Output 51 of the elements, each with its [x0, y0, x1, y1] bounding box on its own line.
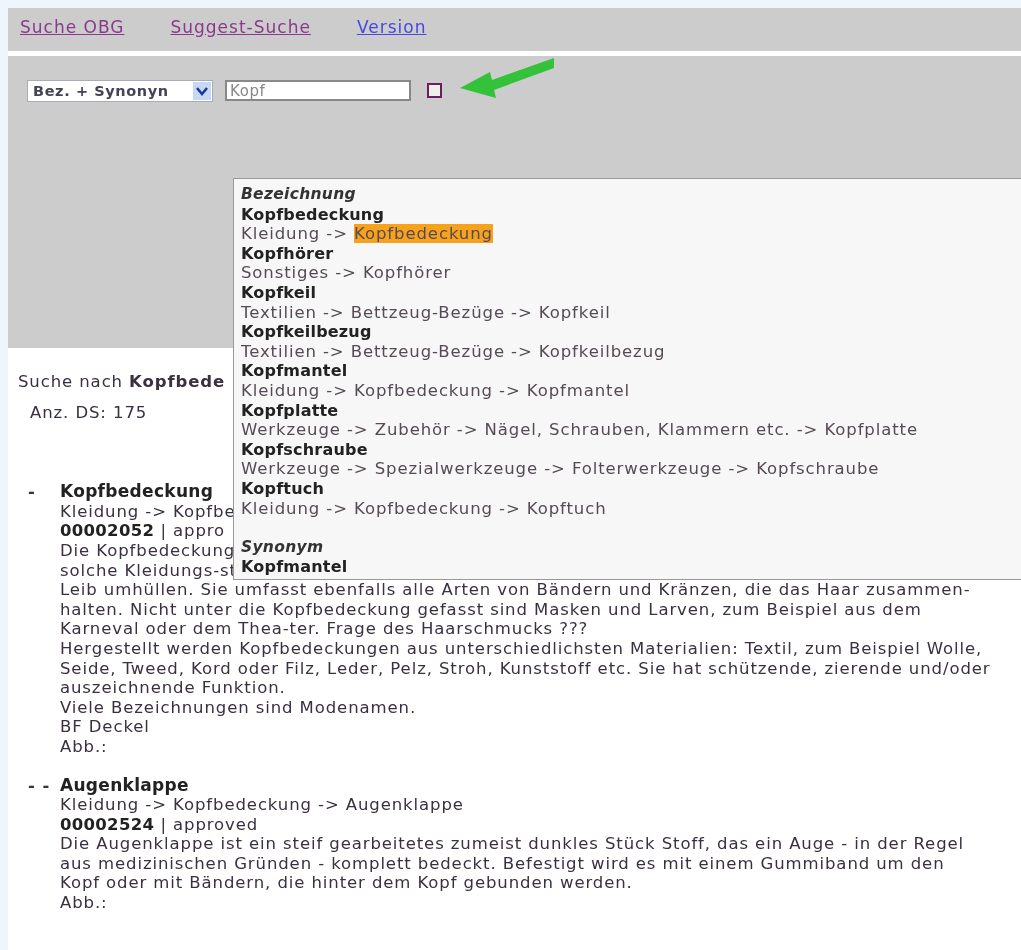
result-path: Kleidung -> Kopfbe: [60, 501, 236, 522]
result-path: Kleidung -> Kopfbedeckung -> Augenklappe: [60, 795, 464, 815]
search-summary: Suche nach Kopfbede: [18, 372, 226, 392]
description-line: Hergestellt werden Kopfbedeckungen aus unterschiedlichsten Materialien: Textil, zum Beispiel Wolle,: [60, 638, 983, 659]
description-line: Viele Bezeichnungen sind Modenamen.: [60, 697, 417, 718]
suggestion-path: Werkzeuge -> Spezialwerkzeuge -> Folterwerkzeuge -> Kopfschraube: [241, 459, 880, 479]
tree-marker: -: [27, 482, 37, 504]
suggestion-path: Werkzeuge -> Zubehör -> Nägel, Schrauben, Klammern etc. -> Kopfplatte: [241, 420, 919, 440]
description-line: solche Kleidungs-st: [60, 560, 237, 581]
description-line: BF Deckel: [60, 717, 150, 737]
result-title: Augenklappe: [60, 775, 189, 796]
description-line: Abb.:: [60, 736, 108, 757]
record-count: Anz. DS: 175: [30, 402, 148, 423]
description-line: halten. Nicht unter die Kopfbedeckung gefasst sind Masken und Larven, zum Beispiel aus dem: [60, 599, 922, 620]
suggestion-path: Sonstiges -> Kopfhörer: [241, 263, 452, 283]
result-id: 00002052 | appro: [60, 521, 226, 541]
suggestion-path: Kleidung -> Kopfbedeckung -> Kopfmantel: [241, 380, 630, 401]
search-button[interactable]: [427, 83, 442, 98]
nav-link[interactable]: Suche OBG: [20, 16, 125, 37]
suggestion-path: Textilien -> Bettzeug-Bezüge -> Kopfkeil: [241, 302, 611, 323]
nav-link[interactable]: Version: [356, 16, 427, 37]
suggestion-name[interactable]: Kopfkeil: [241, 282, 317, 303]
description-line: Die Augenklappe ist ein steif gearbeitetes zumeist dunkles Stück Stoff, das ein Auge - in der Regel: [60, 834, 965, 854]
description-line: Die Kopfbedeckung: [60, 540, 236, 561]
suggestion-name[interactable]: Kopfmantel: [241, 361, 348, 381]
description-line: aus medizinischen Gründen - komplett bedeckt. Befestigt wird es mit einem Gummiband um den: [60, 853, 945, 874]
section-heading: Bezeichnung: [241, 185, 357, 205]
suggestion-name[interactable]: Kopfschraube: [241, 439, 368, 460]
description-line: auszeichnende Funktion.: [60, 678, 286, 698]
suggestion-name[interactable]: Kopfplatte: [241, 400, 339, 421]
suggestion-name[interactable]: Kopfhörer: [241, 243, 334, 264]
suggestion-name[interactable]: Kopftuch: [241, 478, 325, 499]
result-title: Kopfbedeckung: [60, 482, 214, 502]
suggestion-name[interactable]: Kopfkeilbezug: [241, 322, 372, 342]
description-line: Kopf oder mit Bändern, die hinter dem Kopf gebunden werden.: [60, 873, 633, 894]
description-line: Abb.:: [60, 893, 108, 913]
tree-marker: - -: [27, 775, 52, 797]
result-id: 00002524 | approved: [60, 814, 259, 835]
caret-icon: [193, 82, 211, 100]
search-field[interactable]: Kopf: [225, 80, 411, 101]
description-line: Seide, Tweed, Kord oder Filz, Leder, Pelz, Stroh, Kunststoff etc. Sie hat schützende, zierende und/oder: [60, 658, 991, 679]
description-line: Leib umhüllen. Sie umfasst ebenfalls alle Arten von Bändern und Kränzen, die das Haar zusammen-: [60, 580, 971, 600]
suggestion-path: Kleidung -> Kopfbedeckung -> Kopftuch: [241, 498, 607, 519]
suggestion-name[interactable]: Kopfmantel: [241, 557, 348, 577]
suggestion-name[interactable]: Kopfbedeckung: [241, 204, 385, 225]
suggestion-path: Textilien -> Bettzeug-Bezüge -> Kopfkeilbezug: [241, 341, 666, 362]
section-heading: Synonym: [241, 537, 325, 558]
nav-link[interactable]: Suggest-Suche: [170, 16, 311, 37]
suggestion-path: Kleidung -> Kopfbedeckung: [241, 224, 493, 244]
mode-select[interactable]: Bez. + Synonyn: [27, 80, 213, 102]
description-line: Karneval oder dem Thea-ter. Frage des Haarschmucks ???: [60, 619, 589, 639]
